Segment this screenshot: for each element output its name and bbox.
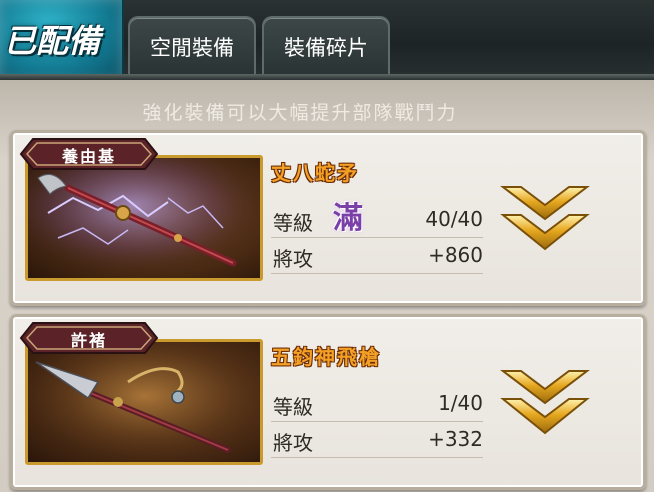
attack-row: 將攻 +332 [271, 423, 483, 458]
level-value: 40/40 [425, 207, 483, 231]
equipment-image [25, 155, 263, 281]
attack-value: +860 [428, 243, 483, 267]
chevron-down-icon [500, 370, 590, 435]
attack-label: 將攻 [273, 431, 313, 455]
tab-idle-equipment[interactable]: 空閒裝備 [128, 16, 256, 76]
expand-button[interactable] [499, 367, 591, 439]
tab-equipped[interactable]: 已配備 [0, 0, 124, 80]
hint-text: 強化裝備可以大幅提升部隊戰鬥力 [142, 102, 458, 124]
max-level-badge: 滿 [333, 201, 363, 236]
owner-tag: 養由基 [19, 137, 159, 171]
equipment-name: 五鈞神飛槍 [271, 345, 381, 369]
attack-value: +332 [428, 427, 483, 451]
flying-spear-image [28, 342, 260, 462]
equipment-card[interactable]: 養由基 丈八蛇矛 等級 滿 40/40 將攻 +860 [10, 130, 646, 306]
equipment-image [25, 339, 263, 465]
expand-button[interactable] [499, 183, 591, 255]
owner-name: 養由基 [61, 147, 116, 166]
serpent-spear-image [28, 158, 260, 278]
level-row: 等級 滿 40/40 [271, 201, 483, 238]
owner-name: 許褚 [70, 331, 107, 350]
attack-row: 將攻 +860 [271, 239, 483, 274]
equipment-list: 強化裝備可以大幅提升部隊戰鬥力 養由基 丈八蛇矛 等級 滿 40/40 將攻 +… [0, 80, 654, 492]
level-label: 等級 [273, 211, 313, 235]
tab-equipped-label: 已配備 [4, 22, 101, 60]
level-row: 等級 1/40 [271, 387, 483, 422]
chevron-down-icon [500, 186, 590, 251]
owner-tag: 許褚 [19, 321, 159, 355]
attack-label: 將攻 [273, 247, 313, 271]
tab-equipment-shards[interactable]: 裝備碎片 [262, 16, 390, 76]
tab-bar: 已配備 空閒裝備 裝備碎片 [0, 0, 654, 80]
level-value: 1/40 [438, 391, 483, 415]
level-label: 等級 [273, 395, 313, 419]
equipment-card[interactable]: 許褚 五鈞神飛槍 等級 1/40 將攻 +332 [10, 314, 646, 490]
equipment-name: 丈八蛇矛 [271, 161, 359, 185]
